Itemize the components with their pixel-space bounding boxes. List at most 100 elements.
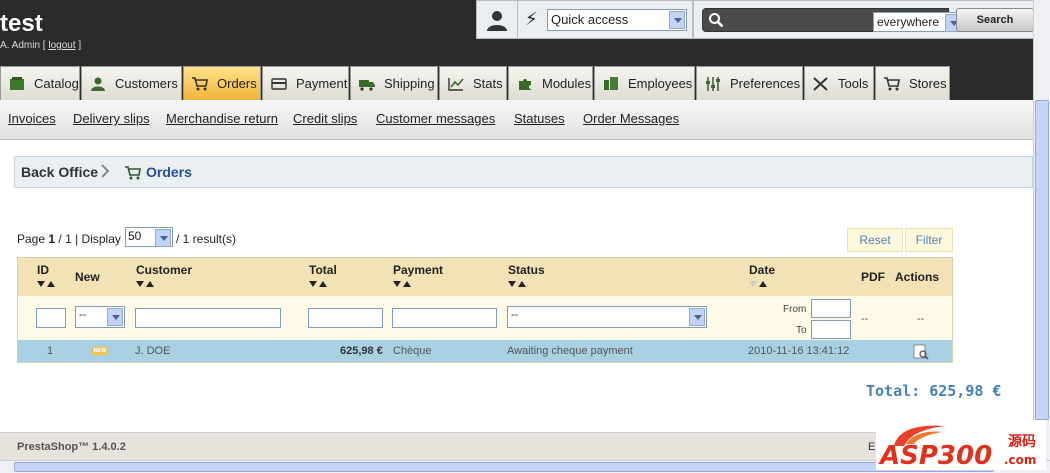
submenu-invoices[interactable]: Invoices: [8, 111, 56, 126]
main-tabs: Catalog Customers Orders Payment Shippin…: [0, 66, 1050, 100]
tab-orders[interactable]: Orders: [183, 66, 261, 100]
filter-new-value: --: [79, 309, 87, 321]
search-icon: [709, 13, 724, 28]
filter-button[interactable]: Filter: [905, 228, 953, 252]
tab-stats[interactable]: Stats: [439, 66, 507, 100]
chevron-down-icon[interactable]: [155, 229, 171, 247]
vertical-scroll-thumb[interactable]: [1035, 100, 1049, 420]
table-row[interactable]: 1 NEW J. DOE 625,98 € Chèque Awaiting ch…: [18, 340, 952, 362]
cart-icon: [125, 166, 141, 180]
sort-arrows-icon[interactable]: [749, 281, 771, 289]
tab-label: Modules: [542, 76, 592, 91]
row-total: 625,98 €: [340, 345, 383, 357]
shop-name: test: [0, 10, 43, 37]
orders-table: ID New Customer Total Payment Status Dat…: [17, 257, 953, 363]
submenu-customer-messages[interactable]: Customer messages: [376, 111, 495, 126]
filter-payment-input[interactable]: [392, 308, 497, 328]
quick-access-value: Quick access: [551, 12, 629, 27]
tab-label: Employees: [628, 76, 693, 91]
chevron-down-icon[interactable]: [107, 308, 123, 326]
submenu-merchandise-return[interactable]: Merchandise return: [166, 111, 278, 126]
sort-arrows-icon[interactable]: [136, 281, 158, 289]
sort-arrows-icon[interactable]: [309, 281, 331, 289]
submenu-order-messages[interactable]: Order Messages: [583, 111, 679, 126]
tab-stores[interactable]: Stores: [875, 66, 950, 100]
row-customer: J. DOE: [135, 345, 171, 357]
col-payment: Payment: [393, 263, 444, 277]
sort-arrows-icon[interactable]: [393, 281, 415, 289]
tab-label: Payment: [296, 76, 348, 91]
col-id: ID: [37, 263, 49, 277]
header-separator: [517, 1, 518, 39]
submenu-statuses[interactable]: Statuses: [514, 111, 565, 126]
tab-modules[interactable]: Modules: [508, 66, 593, 100]
chevron-down-icon[interactable]: [669, 11, 685, 29]
breadcrumb: Back Office Orders: [14, 156, 1033, 188]
tab-customers[interactable]: Customers: [81, 66, 182, 100]
display-count-value: 50: [128, 229, 142, 243]
footer-right-text: E: [868, 441, 876, 453]
logout-link[interactable]: logout: [48, 40, 75, 51]
sort-arrows-icon[interactable]: [37, 281, 59, 289]
tab-employees[interactable]: Employees: [594, 66, 695, 100]
submenu-credit-slips[interactable]: Credit slips: [293, 111, 357, 126]
chevron-down-icon[interactable]: [689, 308, 705, 326]
submenu-delivery-slips[interactable]: Delivery slips: [73, 111, 150, 126]
tab-payment[interactable]: Payment: [262, 66, 349, 100]
col-actions: Actions: [895, 270, 940, 284]
filter-date-from-input[interactable]: [811, 299, 851, 318]
filter-new-select[interactable]: --: [75, 306, 125, 328]
col-pdf: PDF: [861, 270, 885, 284]
reset-button[interactable]: Reset: [847, 228, 903, 252]
filter-id-input[interactable]: [36, 308, 66, 328]
tab-catalog[interactable]: Catalog: [0, 66, 80, 100]
filter-status-value: --: [511, 309, 519, 321]
page-label: Page: [17, 232, 46, 246]
cart-icon: [884, 76, 900, 90]
breadcrumb-home[interactable]: Back Office: [21, 164, 98, 180]
tab-label: Shipping: [384, 76, 435, 91]
tab-label: Preferences: [730, 76, 801, 91]
col-new: New: [75, 270, 100, 284]
filter-actions-dash: --: [917, 313, 925, 325]
vertical-scrollbar[interactable]: [1033, 0, 1050, 460]
puzzle-icon: [519, 78, 531, 90]
filter-total-input[interactable]: [308, 308, 383, 328]
header-tools: ⚡ Quick access: [476, 0, 693, 39]
col-customer: Customer: [136, 263, 193, 277]
new-badge: NEW: [92, 347, 108, 355]
search-scope-select[interactable]: everywhere: [873, 12, 963, 32]
col-date: Date: [749, 263, 776, 277]
tab-label: Stores: [909, 76, 947, 91]
tab-label: Tools: [838, 76, 869, 91]
tab-shipping[interactable]: Shipping: [350, 66, 438, 100]
search-button[interactable]: Search: [956, 8, 1034, 32]
tab-label: Customers: [115, 76, 178, 91]
sort-arrows-icon[interactable]: [508, 281, 530, 289]
admin-line: A. Admin [ logout ]: [0, 40, 81, 51]
user-icon[interactable]: [485, 8, 509, 32]
page-current: 1: [48, 232, 56, 246]
filter-customer-input[interactable]: [135, 308, 281, 328]
filter-status-select[interactable]: --: [507, 306, 707, 328]
filter-date-to-input[interactable]: [811, 320, 851, 339]
orders-submenu: Invoices Delivery slips Merchandise retu…: [0, 100, 1033, 140]
admin-name: A. Admin [: [0, 40, 46, 51]
payment-icon: [271, 77, 287, 90]
search-input[interactable]: everywhere: [702, 8, 963, 32]
horizontal-scroll-thumb[interactable]: [14, 462, 994, 472]
quick-access-select[interactable]: Quick access: [547, 9, 687, 31]
tab-preferences[interactable]: Preferences: [696, 66, 803, 100]
filter-pdf-dash: --: [861, 313, 869, 325]
col-total: Total: [309, 263, 337, 277]
watermark-domain: .com: [1004, 453, 1036, 467]
row-date: 2010-11-16 13:41:12: [748, 345, 850, 357]
employees-icon: [604, 76, 618, 90]
admin-suffix: ]: [78, 40, 82, 51]
table-header: ID New Customer Total Payment Status Dat…: [18, 258, 952, 296]
sliders-icon: [706, 76, 720, 91]
tab-tools[interactable]: Tools: [804, 66, 874, 100]
view-details-icon[interactable]: [913, 344, 929, 360]
row-payment: Chèque: [393, 345, 432, 357]
display-count-select[interactable]: 50: [125, 227, 173, 247]
